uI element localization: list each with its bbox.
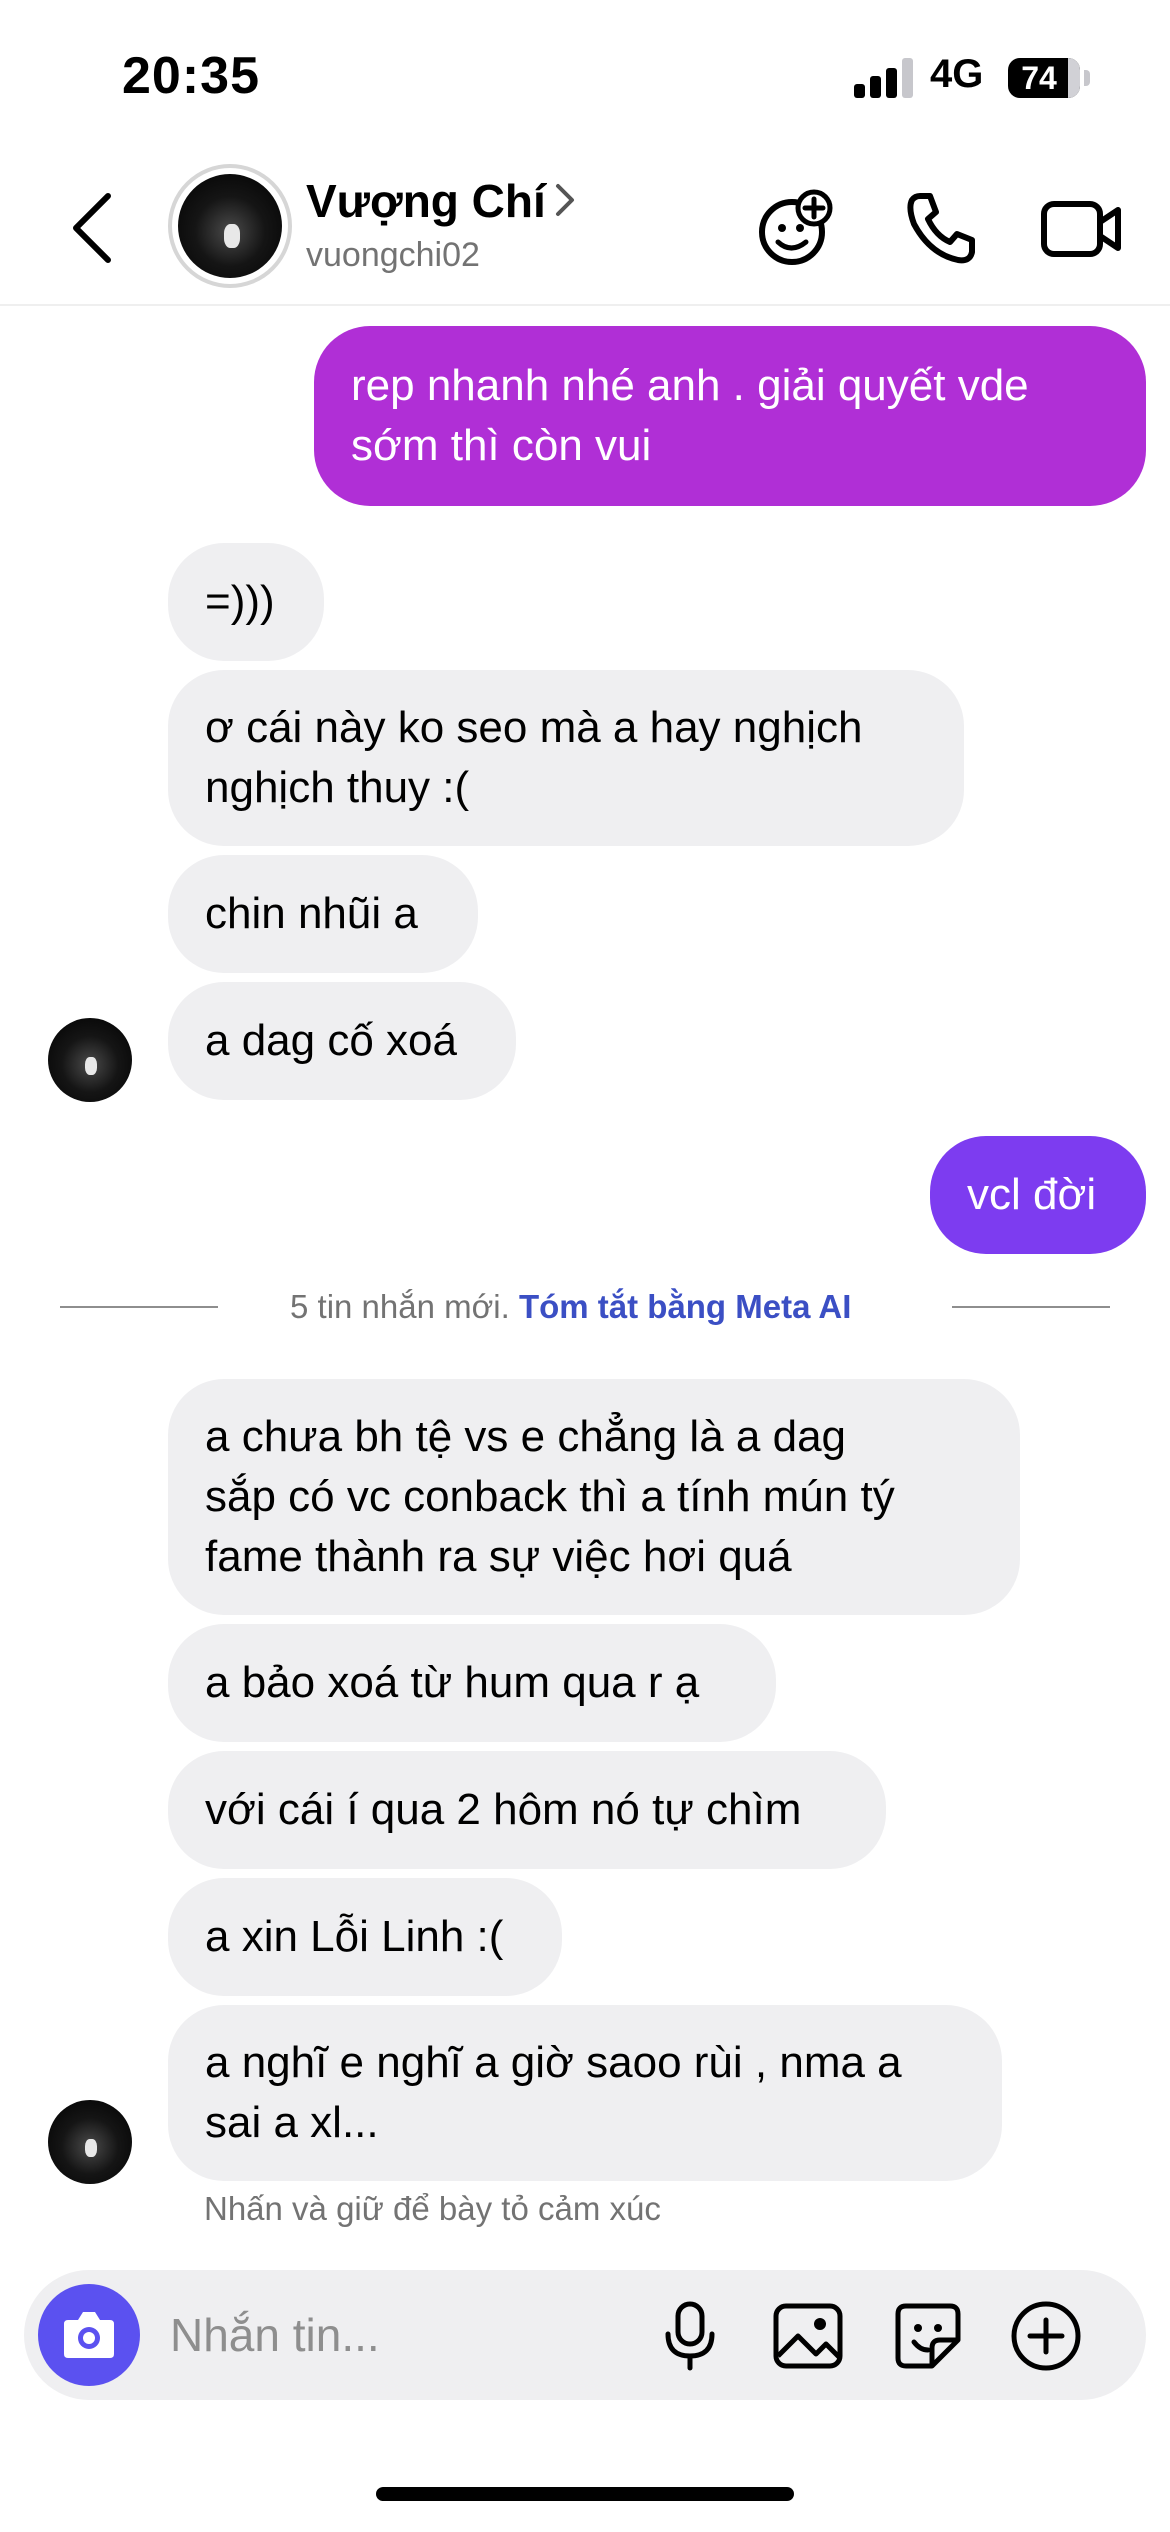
- message-bubble-incoming[interactable]: chin nhũi a: [168, 855, 478, 973]
- status-time: 20:35: [122, 47, 260, 105]
- message-bubble-outgoing[interactable]: vcl đời: [930, 1136, 1146, 1254]
- message-bubble-incoming[interactable]: với cái í qua 2 hôm nó tự chìm: [168, 1751, 886, 1869]
- call-button[interactable]: [898, 186, 982, 270]
- camera-icon: [64, 2312, 114, 2358]
- chevron-right-icon[interactable]: [550, 180, 580, 220]
- battery-nub: [1084, 70, 1090, 86]
- contact-username: vuongchi02: [306, 236, 480, 274]
- image-icon: [773, 2303, 843, 2369]
- status-bar: 20:35 4G 74: [0, 0, 1170, 150]
- battery-level: 74: [1021, 60, 1057, 96]
- message-bubble-incoming[interactable]: a bảo xoá từ hum qua r ạ: [168, 1624, 776, 1742]
- message-composer: [24, 2270, 1146, 2400]
- home-indicator[interactable]: [376, 2487, 794, 2501]
- effects-icon: [759, 189, 833, 265]
- sticker-icon: [895, 2303, 961, 2369]
- message-bubble-incoming[interactable]: ơ cái này ko seo mà a hay nghịch nghịch …: [168, 670, 964, 846]
- cellular-signal-icon: [854, 58, 914, 98]
- message-bubble-incoming[interactable]: a nghĩ e nghĩ a giờ saoo rùi , nma a sai…: [168, 2005, 1002, 2181]
- battery-icon: 74: [1008, 58, 1080, 98]
- sender-avatar[interactable]: [48, 1018, 132, 1102]
- meta-ai-summary-link[interactable]: Tóm tắt bằng Meta AI: [519, 1288, 851, 1325]
- message-bubble-incoming[interactable]: a dag cố xoá: [168, 982, 516, 1100]
- message-bubble-incoming[interactable]: a xin Lỗi Linh :(: [168, 1878, 562, 1996]
- contact-name[interactable]: Vượng Chí: [306, 174, 546, 228]
- message-input[interactable]: [170, 2298, 650, 2372]
- voice-message-button[interactable]: [652, 2298, 728, 2374]
- video-camera-icon: [1041, 201, 1121, 257]
- new-messages-divider: 5 tin nhắn mới. Tóm tắt bằng Meta AI: [290, 1288, 851, 1326]
- message-bubble-incoming[interactable]: =))): [168, 543, 324, 661]
- more-options-button[interactable]: [1008, 2298, 1084, 2374]
- chat-header: Vượng Chí vuongchi02: [0, 150, 1170, 306]
- message-bubble-incoming[interactable]: a chưa bh tệ vs e chẳng là a dag sắp có …: [168, 1379, 1020, 1615]
- phone-icon: [907, 193, 975, 264]
- sticker-button[interactable]: [890, 2298, 966, 2374]
- gallery-button[interactable]: [770, 2298, 846, 2374]
- microphone-icon: [665, 2301, 715, 2371]
- plus-icon: [1011, 2301, 1081, 2371]
- back-button[interactable]: [62, 188, 132, 268]
- back-chevron-icon: [73, 193, 111, 263]
- effects-button[interactable]: [754, 186, 838, 270]
- video-call-button[interactable]: [1040, 186, 1124, 270]
- avatar-image: [178, 174, 282, 278]
- contact-avatar[interactable]: [168, 164, 292, 288]
- divider-line-right: [952, 1306, 1110, 1308]
- divider-line-left: [60, 1306, 218, 1308]
- reaction-hint: Nhấn và giữ để bày tỏ cảm xúc: [204, 2190, 661, 2227]
- network-type: 4G: [930, 52, 984, 96]
- camera-button[interactable]: [38, 2284, 140, 2386]
- new-messages-count: 5 tin nhắn mới.: [290, 1288, 510, 1325]
- sender-avatar[interactable]: [48, 2100, 132, 2184]
- message-bubble-outgoing[interactable]: rep nhanh nhé anh . giải quyết vde sớm t…: [314, 326, 1146, 506]
